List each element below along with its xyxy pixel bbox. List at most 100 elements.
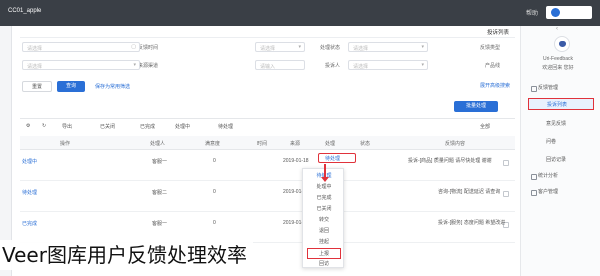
col-user: 处理人 [150, 141, 166, 147]
help-link[interactable]: 帮助 [526, 8, 538, 17]
dropdown-option-highlighted[interactable]: 上报 [307, 248, 341, 259]
col-status: 状态 [360, 141, 371, 147]
status-select-trigger[interactable]: 待处理 [318, 153, 356, 163]
calendar-icon: ▢ [131, 44, 136, 50]
row-rating: 0 [213, 220, 216, 226]
table-header [20, 136, 515, 150]
sidebar-item-suggestions[interactable]: 意见反馈 [528, 118, 594, 130]
baidu-paw-icon [551, 8, 560, 17]
avatar[interactable] [554, 36, 570, 52]
advanced-search-link[interactable]: 展开高级搜索 [480, 82, 510, 89]
tab-done[interactable]: 已完成 [140, 123, 155, 130]
row-action-link[interactable]: 已完成 [22, 220, 37, 227]
top-bar: CC01_apple 帮助 [0, 0, 600, 26]
row-checkbox[interactable] [503, 160, 509, 166]
left-rail [0, 26, 12, 276]
sidebar-username: Uri-Feedback [542, 56, 573, 62]
button-label: 批量处理 [465, 103, 486, 109]
dropdown-option[interactable]: 处理中 [303, 182, 345, 193]
row-user: 客服二 [152, 190, 168, 196]
sidebar-item-label: 客户管理 [538, 189, 559, 195]
filter-channel-select[interactable]: 请选择 ▾ [22, 60, 140, 70]
row-content: 投诉-[服务] 态度问题 希望改进 [438, 220, 506, 226]
row-user: 客服一 [152, 221, 168, 227]
col-rating: 满意度 [205, 141, 221, 147]
dropdown-option[interactable]: 挂起 [303, 237, 345, 248]
dropdown-option[interactable]: 转交 [303, 215, 345, 226]
status-select-value: 待处理 [325, 156, 341, 162]
annotation-arrow [324, 164, 326, 178]
placeholder-text: 请选择 [353, 46, 369, 52]
col-content: 反馈内容 [445, 141, 466, 147]
dropdown-option[interactable]: 已关闭 [303, 204, 345, 215]
sidebar-item-survey[interactable]: 问卷 [528, 136, 594, 148]
tab-export[interactable]: 导出 [62, 123, 72, 130]
sidebar-item-label: 投诉列表 [547, 102, 568, 108]
placeholder-text: 请选择 [27, 46, 43, 52]
chevron-down-icon: ▾ [421, 62, 424, 68]
table-row[interactable] [20, 212, 515, 243]
row-content: 咨询-[物流] 配送延迟 请查询 [438, 189, 501, 195]
sidebar-item-label: 问卷 [546, 139, 557, 145]
row-checkbox[interactable] [503, 191, 509, 197]
reset-button[interactable]: 重置 [22, 81, 52, 92]
filter-label-product: 产品线 [484, 63, 500, 69]
query-button[interactable]: 查询 [57, 81, 85, 92]
filter-status-select[interactable]: 请选择 ▾ [255, 42, 305, 52]
placeholder-text: 请选择 [27, 64, 43, 70]
filter-label-user: 投诉人 [324, 63, 340, 69]
sidebar-item-label: 统计分析 [538, 173, 559, 179]
col-time: 时间 [257, 141, 268, 147]
annotation-arrowhead [321, 177, 329, 182]
row-user: 客服一 [152, 159, 168, 165]
filter-label-type: 反馈类型 [479, 45, 500, 51]
refresh-icon[interactable]: ↻ [42, 123, 46, 129]
row-action-link[interactable]: 处理中 [22, 158, 37, 165]
row-time: 2019-01-18 [283, 158, 309, 164]
settings-icon[interactable]: ⚙ [26, 123, 30, 129]
tab-closed[interactable]: 已关闭 [100, 123, 115, 130]
filter-user-input[interactable]: 请输入 [255, 60, 305, 70]
tab-pending[interactable]: 待处理 [218, 123, 233, 130]
filter-type-select[interactable]: 请选择 ▾ [348, 42, 428, 52]
sidebar-item-complaints[interactable]: 投诉列表 [528, 98, 594, 110]
dropdown-option[interactable]: 已完成 [303, 193, 345, 204]
row-action-link[interactable]: 待处理 [22, 189, 37, 196]
batch-process-button[interactable]: 批量处理 [454, 101, 498, 112]
col-handle: 处理 [325, 141, 336, 147]
sidebar-user-sub: 欢迎回来 您好 [542, 65, 574, 71]
chevron-down-icon: ▾ [421, 44, 424, 50]
placeholder-text: 请输入 [260, 64, 276, 70]
dropdown-option[interactable]: 回访 [303, 259, 345, 270]
caption-overlay: Veer图库用户反馈处理效率 [0, 240, 253, 270]
filter-time-input[interactable]: 请选择 ▢ [22, 42, 140, 52]
page-header: 投诉列表 [20, 24, 515, 38]
table-row[interactable] [20, 150, 515, 181]
placeholder-text: 请选择 [260, 46, 276, 52]
sidebar-item-revisit[interactable]: 回访记录 [528, 154, 594, 166]
row-rating: 0 [213, 158, 216, 164]
sidebar-item-label: 意见反馈 [546, 121, 567, 127]
dropdown-option[interactable]: 退回 [303, 226, 345, 237]
placeholder-text: 请选择 [353, 64, 369, 70]
tab-all[interactable]: 全部 [480, 123, 490, 130]
back-arrow-icon[interactable]: ‹ [556, 26, 558, 32]
page-title: 投诉列表 [486, 30, 509, 36]
sidebar-item-label: 回访记录 [546, 157, 567, 163]
app-title: CC01_apple [8, 8, 42, 14]
table-row[interactable] [20, 181, 515, 212]
row-rating: 0 [213, 189, 216, 195]
sidebar-item-feedback-mgmt[interactable]: 反馈管理 [528, 82, 594, 94]
tab-processing[interactable]: 处理中 [175, 123, 190, 130]
save-filter-link[interactable]: 保存为常用筛选 [95, 83, 130, 90]
sidebar-item-customers[interactable]: 客户管理 [528, 186, 594, 198]
filter-product-select[interactable]: 请选择 ▾ [348, 60, 428, 70]
row-content: 投诉-[商品] 质量问题 请尽快处理 谢谢 [408, 158, 492, 164]
col-actions: 操作 [60, 141, 71, 147]
filter-label-status: 处理状态 [319, 45, 340, 51]
chevron-down-icon: ▾ [133, 62, 136, 68]
status-dropdown-menu: 待处理 处理中 已完成 已关闭 转交 退回 挂起 上报 回访 [302, 168, 344, 268]
chevron-down-icon: ▾ [298, 44, 301, 50]
sidebar-item-stats[interactable]: 统计分析 [528, 170, 594, 182]
col-source: 来源 [290, 141, 301, 147]
